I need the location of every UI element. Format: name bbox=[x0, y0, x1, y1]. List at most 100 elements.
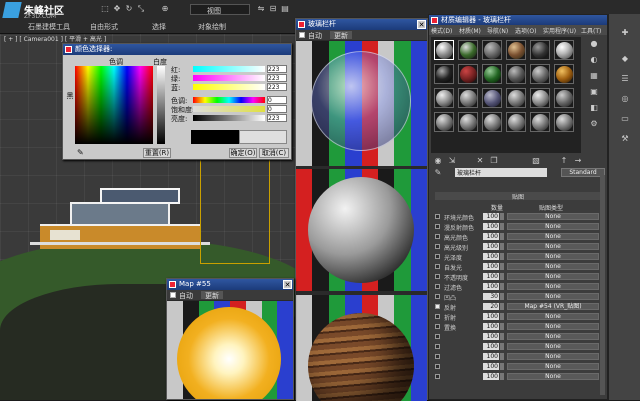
map-assign-button[interactable]: None bbox=[507, 363, 599, 370]
map-amount-field[interactable]: 100 bbox=[483, 273, 499, 280]
green-value[interactable]: 223 bbox=[267, 74, 287, 82]
material-slot[interactable] bbox=[434, 40, 454, 60]
material-slot[interactable] bbox=[530, 88, 550, 108]
background-icon[interactable]: ▦ bbox=[589, 71, 599, 81]
menu-selection[interactable]: 选择 bbox=[152, 22, 166, 32]
menu-graphite-modeling[interactable]: 石墨建模工具 bbox=[28, 22, 70, 32]
material-slot[interactable] bbox=[506, 64, 526, 84]
material-slot[interactable] bbox=[434, 64, 454, 84]
get-material-icon[interactable]: ◉ bbox=[433, 156, 443, 166]
map-enable-checkbox[interactable] bbox=[435, 214, 440, 219]
map-amount-field[interactable]: 20 bbox=[483, 303, 499, 310]
amount-spinner[interactable] bbox=[500, 213, 504, 220]
map-assign-button[interactable]: None bbox=[507, 273, 599, 280]
whiteness-slider[interactable] bbox=[157, 66, 165, 144]
menu-mode[interactable]: 模式(D) bbox=[431, 26, 452, 35]
sample-type-icon[interactable]: ● bbox=[589, 39, 599, 49]
map-enable-checkbox[interactable] bbox=[435, 244, 440, 249]
utilities-panel-icon[interactable]: ⚒ bbox=[620, 134, 630, 144]
green-slider[interactable] bbox=[193, 75, 265, 81]
menu-freeform[interactable]: 自由形式 bbox=[90, 22, 118, 32]
pick-material-icon[interactable]: ✎ bbox=[433, 168, 443, 178]
material-slot[interactable] bbox=[482, 112, 502, 132]
modify-panel-icon[interactable]: ◆ bbox=[620, 54, 630, 64]
options-icon[interactable]: ⚙ bbox=[589, 119, 599, 129]
reset-button[interactable]: 重置(R) bbox=[143, 148, 171, 158]
blue-value[interactable]: 223 bbox=[267, 83, 287, 91]
map-enable-checkbox[interactable] bbox=[435, 274, 440, 279]
value-slider[interactable] bbox=[193, 115, 265, 121]
map-assign-button[interactable]: None bbox=[507, 323, 599, 330]
material-name-field[interactable]: 玻璃栏杆 bbox=[455, 168, 547, 177]
hue-spectrum[interactable] bbox=[75, 66, 153, 144]
map-enable-checkbox[interactable] bbox=[435, 354, 440, 359]
menu-object-paint[interactable]: 对象绘制 bbox=[198, 22, 226, 32]
eyedropper-icon[interactable]: ✎ bbox=[77, 148, 84, 157]
material-slot[interactable] bbox=[482, 88, 502, 108]
menu-utilities[interactable]: 实用程序(U) bbox=[543, 26, 576, 35]
material-slot[interactable] bbox=[434, 88, 454, 108]
map-assign-button[interactable]: None bbox=[507, 333, 599, 340]
map-amount-field[interactable]: 100 bbox=[483, 233, 499, 240]
amount-spinner[interactable] bbox=[500, 273, 504, 280]
map-amount-field[interactable]: 100 bbox=[483, 333, 499, 340]
amount-spinner[interactable] bbox=[500, 263, 504, 270]
align-icon[interactable]: ⊟ bbox=[268, 4, 278, 14]
material-slot[interactable] bbox=[554, 88, 574, 108]
map-amount-field[interactable]: 100 bbox=[483, 213, 499, 220]
map-assign-button[interactable]: None bbox=[507, 353, 599, 360]
map-preview-titlebar[interactable]: Map #55 ✕ bbox=[167, 279, 293, 290]
cancel-button[interactable]: 取消(C) bbox=[259, 148, 289, 158]
map-enable-checkbox[interactable] bbox=[435, 304, 440, 309]
viewport-label[interactable]: [ + ] [ Camera001 ] [ 平滑 + 高光 ] bbox=[4, 34, 106, 43]
rotate-icon[interactable]: ↻ bbox=[124, 4, 134, 14]
map-assign-button[interactable]: None bbox=[507, 283, 599, 290]
material-slot[interactable] bbox=[482, 64, 502, 84]
amount-spinner[interactable] bbox=[500, 233, 504, 240]
blue-slider[interactable] bbox=[193, 84, 265, 90]
red-slider[interactable] bbox=[193, 66, 265, 72]
hierarchy-panel-icon[interactable]: ☰ bbox=[620, 74, 630, 84]
snap-icon[interactable]: ⊕ bbox=[160, 4, 170, 14]
update-button[interactable]: 更新 bbox=[330, 31, 352, 40]
amount-spinner[interactable] bbox=[500, 313, 504, 320]
material-slot[interactable] bbox=[458, 112, 478, 132]
material-slot[interactable] bbox=[530, 40, 550, 60]
map-enable-checkbox[interactable] bbox=[435, 284, 440, 289]
close-icon[interactable]: ✕ bbox=[417, 20, 426, 29]
hue-slider[interactable] bbox=[193, 97, 265, 103]
display-panel-icon[interactable]: ▭ bbox=[620, 114, 630, 124]
material-slot[interactable] bbox=[530, 64, 550, 84]
value-value[interactable]: 223 bbox=[267, 114, 287, 122]
map-amount-field[interactable]: 100 bbox=[483, 263, 499, 270]
map-amount-field[interactable]: 100 bbox=[483, 223, 499, 230]
uv-tiling-icon[interactable]: ▣ bbox=[589, 87, 599, 97]
select-icon[interactable]: ⬚ bbox=[100, 4, 110, 14]
amount-spinner[interactable] bbox=[500, 333, 504, 340]
backlight-icon[interactable]: ◐ bbox=[589, 55, 599, 65]
material-editor-titlebar[interactable]: 材质编辑器 - 玻璃栏杆 bbox=[429, 15, 607, 25]
view-dropdown[interactable]: 视图 bbox=[190, 4, 250, 15]
go-sibling-icon[interactable]: → bbox=[573, 156, 583, 166]
material-slot[interactable] bbox=[530, 112, 550, 132]
update-button[interactable]: 更新 bbox=[201, 291, 223, 300]
material-slot[interactable] bbox=[554, 64, 574, 84]
map-enable-checkbox[interactable] bbox=[435, 254, 440, 259]
amount-spinner[interactable] bbox=[500, 253, 504, 260]
mirror-icon[interactable]: ⇋ bbox=[256, 4, 266, 14]
material-slot[interactable] bbox=[458, 88, 478, 108]
map-amount-field[interactable]: 100 bbox=[483, 253, 499, 260]
map-enable-checkbox[interactable] bbox=[435, 344, 440, 349]
map-amount-field[interactable]: 100 bbox=[483, 323, 499, 330]
menu-options[interactable]: 选项(O) bbox=[515, 26, 536, 35]
map-assign-button[interactable]: None bbox=[507, 293, 599, 300]
map-amount-field[interactable]: 100 bbox=[483, 373, 499, 380]
maps-rollout-header[interactable]: 贴图 bbox=[435, 192, 601, 201]
map-amount-field[interactable]: 100 bbox=[483, 283, 499, 290]
map-amount-field[interactable]: 100 bbox=[483, 243, 499, 250]
map-enable-checkbox[interactable] bbox=[435, 334, 440, 339]
map-assign-button[interactable]: None bbox=[507, 373, 599, 380]
material-slot[interactable] bbox=[506, 112, 526, 132]
map-enable-checkbox[interactable] bbox=[435, 264, 440, 269]
go-parent-icon[interactable]: ↑ bbox=[559, 156, 569, 166]
